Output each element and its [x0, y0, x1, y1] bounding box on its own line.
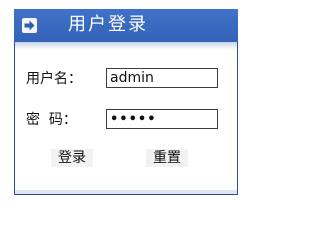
- login-button[interactable]: 登录: [51, 149, 93, 167]
- password-field[interactable]: •••••: [106, 109, 218, 129]
- arrow-right-icon: [22, 18, 37, 33]
- panel-title: 用户登录: [68, 14, 148, 35]
- username-value: admin: [110, 70, 154, 86]
- username-field[interactable]: admin: [106, 68, 218, 88]
- panel-header: 用户登录: [14, 9, 238, 42]
- username-label: 用户名：: [26, 71, 82, 87]
- password-label: 密 码：: [26, 112, 77, 128]
- login-panel: 用户登录 用户名： admin 密 码： ••••• 登录 重置: [14, 9, 238, 195]
- header-divider: [15, 42, 237, 50]
- reset-button[interactable]: 重置: [146, 149, 188, 167]
- password-value: •••••: [110, 112, 157, 127]
